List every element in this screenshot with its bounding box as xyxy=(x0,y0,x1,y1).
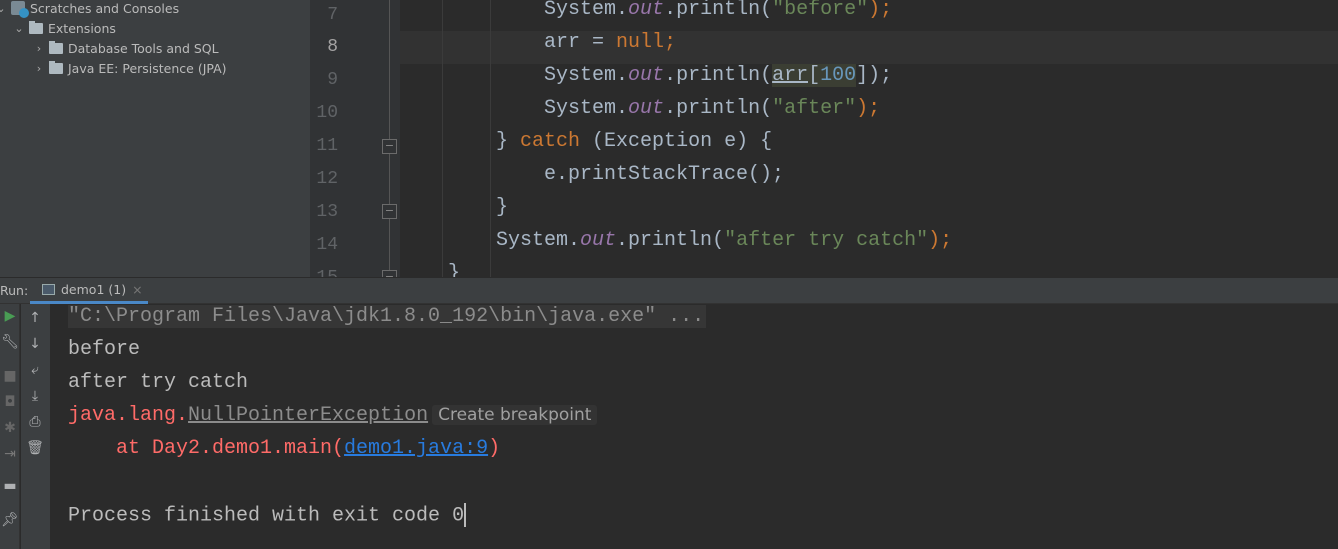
line-number: 12 xyxy=(316,169,338,189)
line-number: 13 xyxy=(316,202,338,222)
arrow-down-icon[interactable]: ↓ xyxy=(25,336,45,352)
code-line-10: System.out.println("after"); xyxy=(400,97,881,120)
run-label: Run: xyxy=(0,283,29,298)
tree-item-label: Java EE: Persistence (JPA) xyxy=(68,60,227,76)
console-line: before xyxy=(68,338,141,361)
folder-icon xyxy=(49,40,63,54)
camera-icon[interactable]: ◘ xyxy=(0,394,20,410)
run-tool-window-header: Run: demo1 (1) × xyxy=(0,277,1338,304)
chevron-down-icon[interactable]: ⌄ xyxy=(0,2,6,15)
folder-icon xyxy=(49,60,63,74)
chevron-right-icon[interactable]: › xyxy=(34,42,44,55)
stack-trace-line: at Day2.demo1.main(demo1.java:9) xyxy=(68,437,501,460)
rerun-icon[interactable]: ▶ xyxy=(0,308,20,324)
code-line-15: } xyxy=(400,262,461,277)
arrow-up-icon[interactable]: ↑ xyxy=(25,310,45,326)
code-line-11: } catch (Exception e) { xyxy=(400,130,773,153)
line-number: 10 xyxy=(316,103,338,123)
project-tree: ⌄ Scratches and Consoles ⌄ Extensions › Dat… xyxy=(0,0,310,277)
tree-item-java-ee[interactable]: › Java EE: Persistence (JPA) xyxy=(34,58,227,78)
exit-icon[interactable]: ⇥ xyxy=(0,446,20,462)
line-number: 9 xyxy=(327,70,338,90)
tree-item-label: Scratches and Consoles xyxy=(30,0,180,16)
code-line-14: System.out.println("after try catch"); xyxy=(400,229,953,252)
code-line-8: arr = null; xyxy=(400,31,677,54)
soft-wrap-icon[interactable]: ⤶ xyxy=(25,362,45,378)
source-link[interactable]: demo1.java:9 xyxy=(344,437,488,460)
run-toolbar-left: ▶ 🔧︎ ■ ◘ ✱ ⇥ ▬ 📌︎ xyxy=(0,304,20,549)
console-output[interactable]: "C:\Program Files\Java\jdk1.8.0_192\bin\… xyxy=(50,304,1338,549)
chevron-right-icon[interactable]: › xyxy=(34,62,44,75)
scratches-icon xyxy=(11,1,29,18)
console-icon xyxy=(42,284,55,295)
console-command-line: "C:\Program Files\Java\jdk1.8.0_192\bin\… xyxy=(68,305,707,328)
debug-icon[interactable]: ✱ xyxy=(0,420,20,436)
tree-item-database-tools[interactable]: › Database Tools and SQL xyxy=(34,38,219,58)
tree-item-label: Database Tools and SQL xyxy=(68,40,219,56)
tree-item-label: Extensions xyxy=(48,20,116,36)
fold-collapse-icon[interactable]: − xyxy=(382,139,397,154)
line-number: 7 xyxy=(327,5,338,25)
chevron-down-icon[interactable]: ⌄ xyxy=(14,22,24,35)
folder-icon xyxy=(29,20,43,34)
print-icon[interactable]: ⎙ xyxy=(25,414,45,430)
stop-icon[interactable]: ■ xyxy=(0,368,20,384)
tab-label: demo1 (1) xyxy=(61,282,127,297)
close-icon[interactable]: × xyxy=(132,282,142,297)
line-number: 14 xyxy=(316,235,338,255)
layout-icon[interactable]: ▬ xyxy=(0,478,20,494)
exception-line: java.lang.NullPointerException Create bre… xyxy=(68,404,598,437)
code-line-12: e.printStackTrace(); xyxy=(400,163,785,186)
wrench-icon[interactable]: 🔧︎ xyxy=(0,334,20,350)
code-line-13: } xyxy=(400,196,509,219)
code-line-9: System.out.println(arr[100]); xyxy=(400,64,893,87)
scroll-to-end-icon[interactable]: ⤓ xyxy=(25,388,45,404)
fold-collapse-icon[interactable]: − xyxy=(382,204,397,219)
trash-icon[interactable]: 🗑︎ xyxy=(25,440,45,456)
tab-demo1[interactable]: demo1 (1) × xyxy=(30,278,148,304)
create-breakpoint-tooltip[interactable]: Create breakpoint xyxy=(432,405,598,425)
tree-item-extensions[interactable]: ⌄ Extensions xyxy=(14,18,116,38)
run-toolbar-right: ↑ ↓ ⤶ ⤓ ⎙ 🗑︎ xyxy=(21,304,50,549)
console-line: after try catch xyxy=(68,371,249,394)
code-editor[interactable]: System.out.println("before"); arr = null… xyxy=(400,0,1338,277)
text-caret xyxy=(464,503,467,527)
pin-icon[interactable]: 📌︎ xyxy=(0,512,20,528)
line-number: 8 xyxy=(327,37,338,57)
process-finished-line: Process finished with exit code 0 xyxy=(68,503,467,528)
line-number: 11 xyxy=(316,136,338,156)
tree-item-scratches[interactable]: ⌄ Scratches and Consoles xyxy=(0,0,179,18)
code-line-7: System.out.println("before"); xyxy=(400,0,893,21)
exception-class-link[interactable]: NullPointerException xyxy=(188,404,428,427)
